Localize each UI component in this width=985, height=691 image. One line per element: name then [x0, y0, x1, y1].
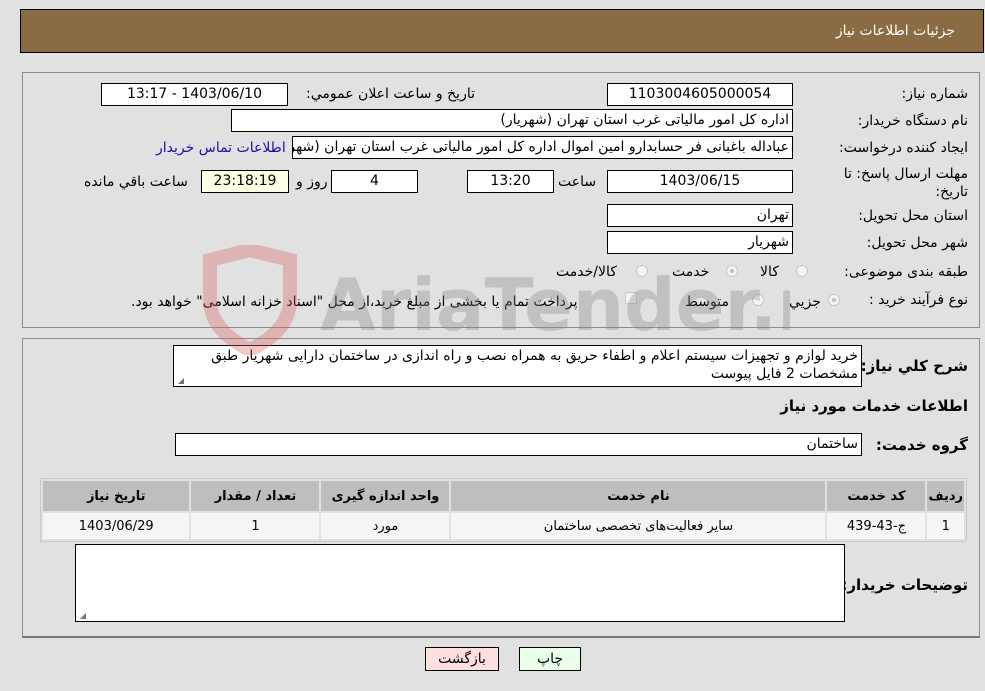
cell-unit: مورد: [321, 513, 450, 539]
cell-service-code: ج-43-439: [827, 513, 926, 539]
cell-row-number: 1: [927, 513, 964, 539]
description-textarea[interactable]: خرید لوازم و تجهیزات سیستم اعلام و اطفاء…: [173, 345, 862, 387]
page-header: جزئیات اطلاعات نیاز: [20, 9, 984, 53]
need-number-label: شماره نیاز:: [901, 86, 969, 102]
category-option-service: خدمت: [672, 264, 710, 280]
category-radio-service[interactable]: [726, 265, 738, 277]
print-button[interactable]: چاپ: [519, 647, 581, 671]
deadline-label: مهلت ارسال پاسخ: تا تاریخ:: [843, 166, 968, 200]
buyer-notes-textarea[interactable]: ◢: [75, 544, 845, 622]
table-header-row: رديف کد خدمت نام خدمت واحد اندازه گيری ت…: [43, 481, 964, 511]
creator-label: ايجاد کننده درخواست:: [839, 140, 968, 156]
city-label: شهر محل تحويل:: [866, 235, 968, 251]
services-heading: اطلاعات خدمات مورد نياز: [780, 397, 968, 415]
back-button[interactable]: بازگشت: [425, 647, 499, 671]
cell-service-name: سایر فعالیت‌های تخصصی ساختمان: [451, 513, 826, 539]
process-option-minor: جزيي: [789, 294, 821, 310]
page-title: جزئیات اطلاعات نیاز: [835, 23, 955, 39]
deadline-time-label: ساعت: [558, 174, 597, 190]
process-radio-minor[interactable]: [828, 294, 840, 306]
buyer-contact-link[interactable]: اطلاعات تماس خريدار: [156, 140, 286, 156]
description-text: خرید لوازم و تجهیزات سیستم اعلام و اطفاء…: [211, 348, 858, 382]
resize-handle-icon[interactable]: ◢: [78, 612, 86, 620]
deadline-date-field: 1403/06/15: [607, 170, 793, 193]
table-row: 1 ج-43-439 سایر فعالیت‌های تخصصی ساختمان…: [43, 513, 964, 539]
process-option-medium: متوسط: [685, 294, 729, 310]
col-header-unit: واحد اندازه گيری: [321, 481, 450, 511]
creator-field: عباداله باغبانی فر حسابدارو امین اموال ا…: [292, 136, 793, 159]
category-option-goods-service: کالا/خدمت: [556, 264, 617, 280]
province-field: تهران: [607, 204, 793, 227]
buyer-notes-label: توضيحات خريدار:: [841, 576, 968, 594]
services-table: رديف کد خدمت نام خدمت واحد اندازه گيری ت…: [40, 478, 967, 542]
deadline-time-field: 13:20: [467, 170, 554, 193]
category-radio-goods[interactable]: [796, 265, 808, 277]
col-header-service-name: نام خدمت: [451, 481, 826, 511]
remaining-time-field: 23:18:19: [201, 170, 289, 193]
process-radio-medium[interactable]: [752, 294, 764, 306]
need-number-field: 1103004605000054: [607, 83, 793, 106]
col-header-row-number: رديف: [927, 481, 964, 511]
category-label: طبقه بندی موضوعی:: [844, 264, 968, 280]
category-option-goods: کالا: [760, 264, 779, 280]
announce-label: تاریخ و ساعت اعلان عمومي:: [306, 86, 475, 102]
category-radio-goods-service[interactable]: [636, 265, 648, 277]
col-header-quantity: تعداد / مقدار: [191, 481, 320, 511]
cell-quantity: 1: [191, 513, 320, 539]
service-group-label: گروه خدمت:: [875, 436, 968, 454]
province-label: استان محل تحويل:: [858, 208, 968, 224]
resize-handle-icon[interactable]: ◢: [176, 377, 184, 385]
remaining-label: ساعت باقي مانده: [84, 174, 188, 190]
treasury-note: پرداخت تمام يا بخشی از مبلغ خريد،از محل …: [131, 294, 578, 310]
service-group-field: ساختمان: [175, 433, 862, 456]
col-header-need-date: تاريخ نياز: [43, 481, 190, 511]
city-field: شهريار: [607, 231, 793, 254]
treasury-checkbox[interactable]: [625, 292, 637, 304]
buyer-org-label: نام دستگاه خريدار:: [857, 113, 968, 129]
days-remaining-field: 4: [331, 170, 418, 193]
cell-need-date: 1403/06/29: [43, 513, 190, 539]
process-label: نوع فرآيند خريد :: [869, 292, 968, 308]
description-label: شرح کلي نياز:: [860, 357, 968, 375]
announce-field: 1403/06/10 - 13:17: [101, 83, 288, 106]
col-header-service-code: کد خدمت: [827, 481, 926, 511]
days-label: روز و: [296, 174, 328, 190]
buyer-org-field: اداره کل امور مالیاتی غرب استان تهران (ش…: [231, 109, 793, 132]
